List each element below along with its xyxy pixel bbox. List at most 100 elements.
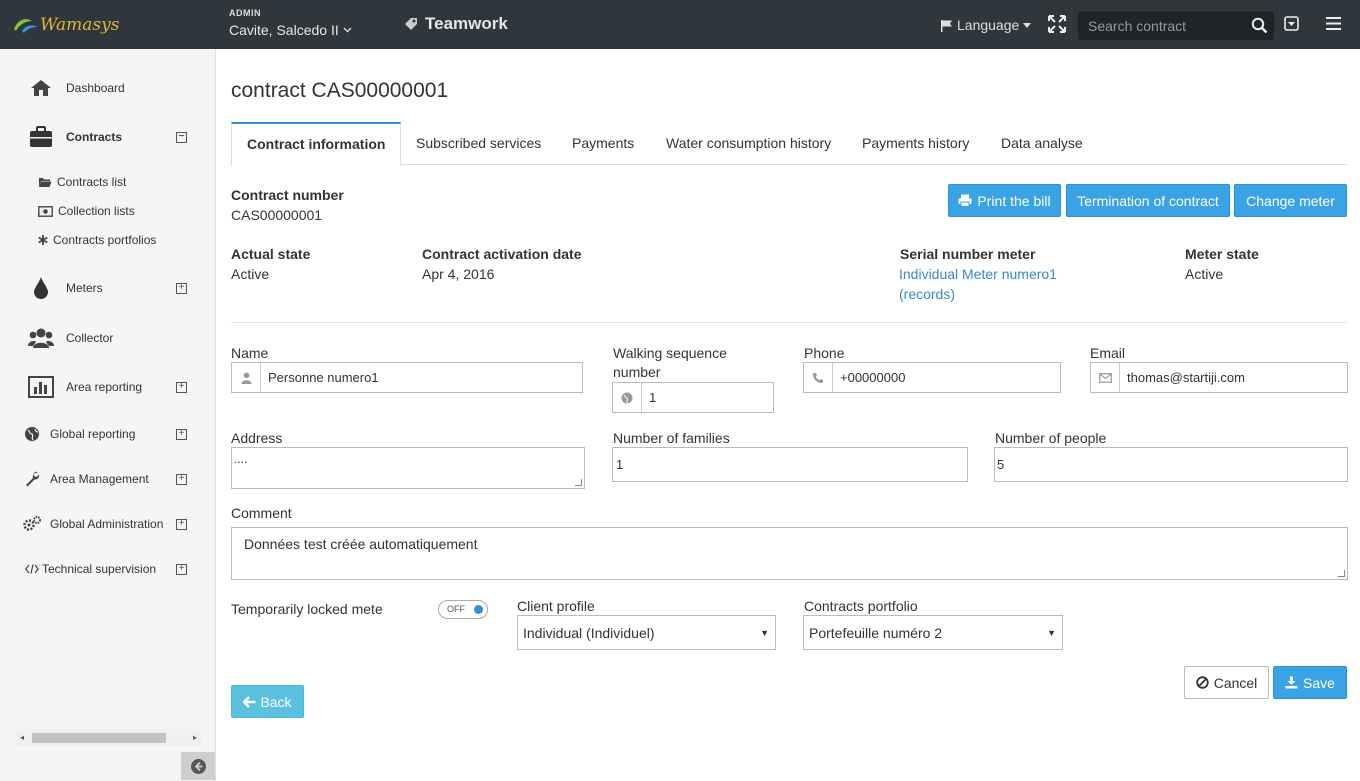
- resize-handle[interactable]: [575, 479, 582, 486]
- admin-label: ADMIN: [229, 8, 261, 18]
- envelope-icon: [1098, 372, 1112, 383]
- sidebar-scrollbar[interactable]: ◂ ▸: [16, 729, 201, 746]
- name-value: Personne numero1: [268, 370, 379, 385]
- sidebar-label: Collector: [66, 331, 114, 345]
- phone-field[interactable]: +00000000: [803, 362, 1061, 393]
- sidebar-item-global-reporting[interactable]: Global reporting +: [0, 424, 216, 444]
- sidebar-subitem-contracts-list[interactable]: Contracts list: [38, 175, 126, 189]
- contract-number-label: Contract number: [231, 187, 344, 203]
- save-button[interactable]: Save: [1273, 666, 1347, 699]
- sidebar-item-collector[interactable]: Collector: [0, 325, 216, 351]
- locked-meter-toggle[interactable]: OFF: [438, 600, 488, 619]
- code-icon: [25, 564, 39, 574]
- back-button[interactable]: Back: [231, 685, 304, 718]
- tab-payments[interactable]: Payments: [572, 122, 634, 165]
- bar-chart-icon: [28, 376, 54, 398]
- serial-number-label: Serial number meter: [900, 246, 1036, 262]
- change-meter-button[interactable]: Change meter: [1234, 184, 1347, 217]
- email-field[interactable]: thomas@startiji.com: [1090, 362, 1348, 393]
- sidebar: Dashboard Contracts − Contracts list Col…: [0, 49, 216, 781]
- locked-meter-label: Temporarily locked mete: [231, 601, 383, 617]
- sidebar-item-meters[interactable]: Meters +: [0, 275, 216, 301]
- tab-water-consumption-history[interactable]: Water consumption history: [666, 122, 831, 165]
- walking-sequence-field[interactable]: 1: [612, 382, 774, 413]
- toggle-state-label: OFF: [447, 604, 465, 614]
- client-profile-select[interactable]: Individual (Individuel) ▼: [517, 615, 776, 650]
- meter-state-value: Active: [1185, 266, 1224, 282]
- dropdown-menu-icon[interactable]: [1284, 16, 1299, 31]
- tab-payments-history[interactable]: Payments history: [862, 122, 969, 165]
- brand-text: Teamwork: [425, 14, 508, 33]
- sidebar-subitem-collection-lists[interactable]: Collection lists: [38, 204, 135, 218]
- tab-contract-information[interactable]: Contract information: [231, 122, 402, 166]
- search-icon[interactable]: [1251, 17, 1268, 34]
- cancel-label: Cancel: [1213, 674, 1258, 691]
- people-value: 5: [997, 457, 1005, 472]
- meter-state-label: Meter state: [1185, 246, 1259, 262]
- sidebar-item-area-reporting[interactable]: Area reporting +: [0, 374, 216, 400]
- water-drop-icon: [34, 277, 48, 299]
- name-label: Name: [231, 345, 269, 361]
- resize-handle[interactable]: [1338, 570, 1345, 577]
- arrow-circle-left-icon: [190, 758, 206, 774]
- people-field[interactable]: 5: [994, 447, 1348, 482]
- activation-date-value: Apr 4, 2016: [422, 266, 495, 282]
- tab-subscribed-services[interactable]: Subscribed services: [416, 122, 541, 165]
- caret-down-icon: ▼: [1047, 628, 1056, 638]
- families-field[interactable]: 1: [612, 447, 968, 482]
- expand-icon[interactable]: +: [176, 518, 187, 530]
- serial-number-link[interactable]: Individual Meter numero1: [899, 266, 1057, 282]
- collapse-icon[interactable]: −: [176, 131, 187, 143]
- search-input[interactable]: [1078, 17, 1243, 34]
- sidebar-item-dashboard[interactable]: Dashboard: [0, 77, 216, 99]
- sidebar-collapse-button[interactable]: [181, 752, 215, 780]
- sidebar-label: Global Administration: [50, 517, 164, 531]
- scrollbar-thumb[interactable]: [32, 733, 166, 743]
- sidebar-item-area-management[interactable]: Area Management +: [0, 469, 216, 489]
- top-bar: Wamasys ADMIN Cavite, Salcedo II Teamwor…: [0, 0, 1360, 49]
- expand-icon[interactable]: +: [176, 282, 187, 294]
- sidebar-item-global-administration[interactable]: Global Administration +: [0, 514, 216, 534]
- expand-icon[interactable]: +: [176, 381, 187, 393]
- address-textarea[interactable]: ....: [231, 447, 585, 489]
- briefcase-icon: [30, 126, 52, 147]
- caret-down-icon: [1023, 22, 1032, 28]
- sidebar-subitem-contracts-portfolios[interactable]: Contracts portfolios: [38, 233, 156, 247]
- language-dropdown[interactable]: Language: [940, 17, 1032, 33]
- expand-icon[interactable]: +: [176, 563, 187, 575]
- fullscreen-icon[interactable]: [1048, 15, 1066, 33]
- print-icon: [958, 194, 972, 207]
- print-bill-button[interactable]: Print the bill: [948, 184, 1061, 217]
- tab-data-analyse[interactable]: Data analyse: [1001, 122, 1083, 165]
- portfolio-value: Portefeuille numéro 2: [809, 624, 943, 641]
- sidebar-label: Dashboard: [66, 81, 125, 95]
- sidebar-item-technical-supervision[interactable]: Technical supervision +: [0, 559, 216, 579]
- expand-icon[interactable]: +: [176, 428, 187, 440]
- client-profile-value: Individual (Individuel): [523, 624, 655, 641]
- serial-records-link[interactable]: (records): [899, 286, 955, 302]
- families-label: Number of families: [613, 430, 730, 446]
- scroll-left-icon[interactable]: ◂: [20, 733, 24, 742]
- comment-label: Comment: [231, 505, 292, 521]
- comment-value: Données test créée automatiquement: [244, 536, 478, 552]
- scroll-right-icon[interactable]: ▸: [193, 733, 197, 742]
- expand-icon[interactable]: +: [176, 473, 187, 485]
- hamburger-menu-icon[interactable]: [1326, 17, 1341, 30]
- termination-button[interactable]: Termination of contract: [1066, 184, 1230, 217]
- families-value: 1: [616, 457, 624, 472]
- address-value: ....: [234, 452, 248, 466]
- sidebar-label: Meters: [66, 281, 103, 295]
- location-selector[interactable]: ADMIN Cavite, Salcedo II: [229, 8, 352, 38]
- sidebar-sublabel: Contracts list: [57, 175, 127, 189]
- name-field[interactable]: Personne numero1: [231, 362, 583, 393]
- sidebar-item-contracts[interactable]: Contracts −: [0, 124, 216, 150]
- cancel-button[interactable]: Cancel: [1184, 666, 1269, 699]
- portfolio-select[interactable]: Portefeuille numéro 2 ▼: [803, 615, 1063, 650]
- phone-icon: [813, 372, 823, 383]
- globe-icon: [25, 427, 39, 441]
- caret-down-icon: ▼: [760, 628, 769, 638]
- home-icon: [31, 80, 51, 96]
- sidebar-sublabel: Contracts portfolios: [53, 233, 157, 247]
- comment-textarea[interactable]: Données test créée automatiquement: [231, 527, 1348, 580]
- logo[interactable]: Wamasys: [12, 12, 119, 38]
